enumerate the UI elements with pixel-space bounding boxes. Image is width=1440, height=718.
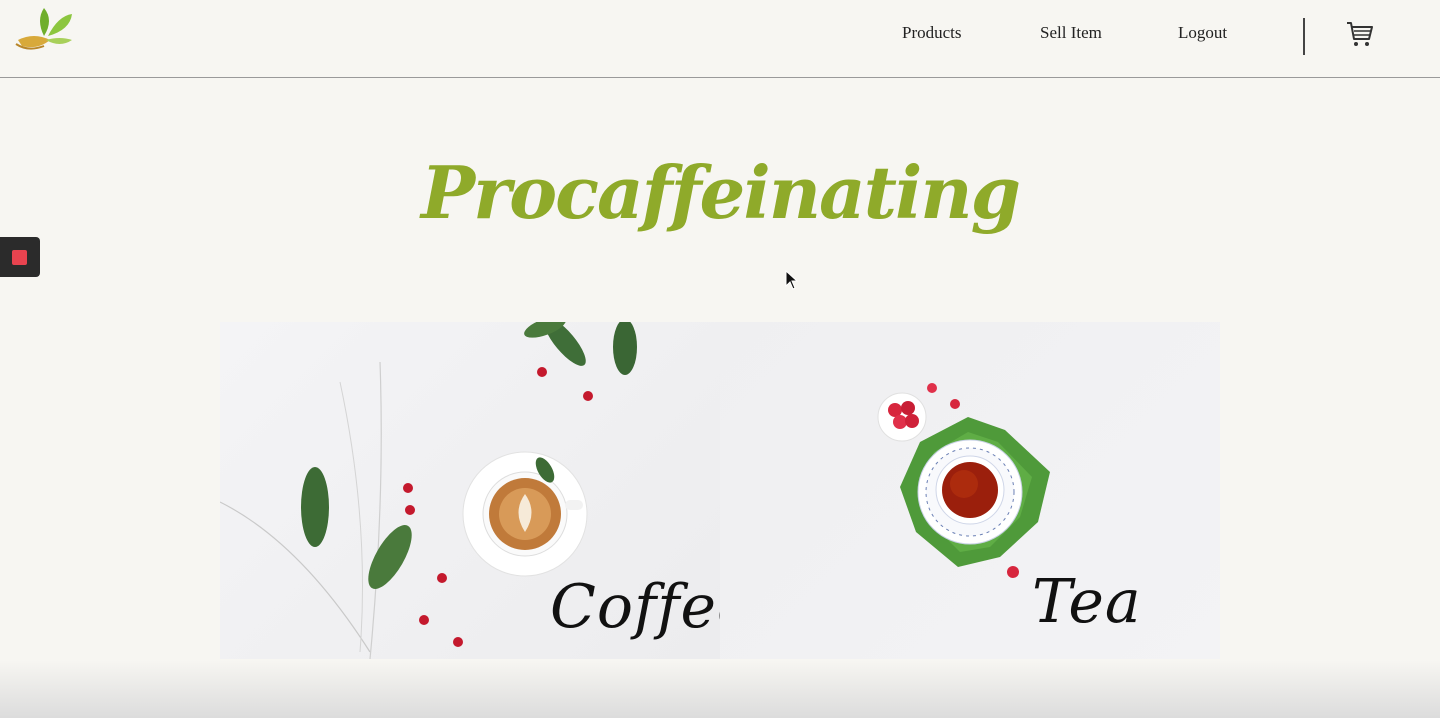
navbar: Products Sell Item Logout <box>0 0 1440 78</box>
bottom-fade <box>0 660 1440 718</box>
category-card-tea[interactable]: Tea <box>720 322 1220 659</box>
recording-stop-button[interactable] <box>0 237 40 277</box>
nav-logout[interactable]: Logout <box>1178 23 1227 43</box>
nav-sell-item[interactable]: Sell Item <box>1040 23 1102 43</box>
page-title: Procaffeinating <box>421 150 1021 235</box>
tea-image <box>877 383 1050 578</box>
category-label-tea: Tea <box>1032 567 1142 637</box>
category-card-coffee[interactable]: Coffee <box>220 322 720 659</box>
cart-icon[interactable] <box>1345 19 1375 49</box>
nav-divider <box>1303 18 1305 55</box>
mouse-cursor-icon <box>785 270 799 290</box>
stop-icon <box>12 250 27 265</box>
category-label-coffee: Coffee <box>550 572 720 642</box>
logo-icon[interactable] <box>14 6 76 56</box>
nav-products[interactable]: Products <box>902 23 962 43</box>
